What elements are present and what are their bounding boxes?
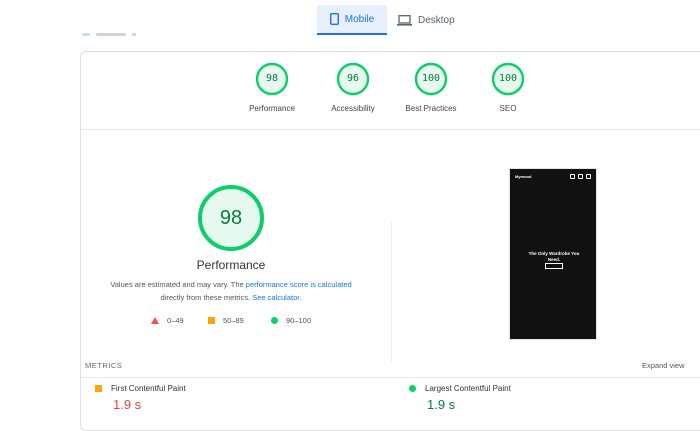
- legend-fail: 0–49: [151, 316, 184, 325]
- note-text-1: Values are estimated and may vary. The: [110, 280, 246, 289]
- legend-pass-range: 90–100: [286, 316, 312, 325]
- square-icon: [95, 385, 102, 392]
- gauge-performance-label: Performance: [249, 104, 295, 113]
- cart-icon: [586, 174, 591, 179]
- tab-mobile-label: Mobile: [344, 13, 375, 25]
- gauges-divider: [81, 129, 700, 130]
- note-text-2: directly from these metrics.: [160, 293, 253, 302]
- report-card: 98 Performance 96 Accessibility 100 Best…: [80, 51, 700, 431]
- legend-average: 50–89: [208, 316, 244, 325]
- metric-largest-contentful-paint: Largest Contentful Paint 1.9 s: [409, 384, 511, 412]
- metrics-heading: METRICS: [85, 361, 123, 370]
- report-top-bar: Mobile Desktop: [0, 0, 700, 44]
- screenshot-header-icons: [570, 174, 591, 179]
- legend-average-range: 50–89: [223, 316, 244, 325]
- search-icon: [570, 174, 575, 179]
- gauge-performance[interactable]: 98 Performance: [237, 62, 307, 113]
- url-breadcrumb: [82, 30, 172, 38]
- tab-desktop-label: Desktop: [418, 14, 455, 26]
- screenshot-shop-button: [545, 263, 563, 269]
- screenshot-headline-line1: The Only Wardrobe You: [528, 251, 580, 256]
- metric-fcp-name: First Contentful Paint: [111, 384, 186, 393]
- final-screenshot-thumbnail[interactable]: Mymood The Only Wardrobe You Need.: [509, 168, 597, 340]
- screenshot-headline-line2: Need.: [547, 257, 561, 262]
- account-icon: [578, 174, 583, 179]
- screenshot-headline: The Only Wardrobe You Need.: [516, 251, 592, 263]
- gauge-seo-score: 100: [498, 73, 518, 84]
- gauge-best-practices-score: 100: [421, 73, 441, 84]
- performance-score-link[interactable]: performance score is calculated: [246, 280, 352, 289]
- section-divider: [391, 222, 392, 362]
- gauge-accessibility-label: Accessibility: [331, 104, 375, 113]
- performance-big-gauge: 98: [196, 183, 266, 253]
- triangle-icon: [151, 317, 159, 324]
- gauge-seo-label: SEO: [499, 104, 517, 113]
- metric-fcp-value: 1.9 s: [113, 397, 142, 412]
- tab-desktop[interactable]: Desktop: [397, 5, 467, 35]
- score-legend: 0–49 50–89 90–100: [151, 316, 351, 328]
- screenshot-brand: Mymood: [515, 174, 532, 179]
- legend-fail-range: 0–49: [167, 316, 184, 325]
- category-gauges: 98 Performance 96 Accessibility 100 Best…: [81, 62, 700, 132]
- gauge-best-practices-label: Best Practices: [405, 104, 457, 113]
- performance-note: Values are estimated and may vary. The p…: [81, 278, 381, 304]
- legend-pass: 90–100: [271, 316, 311, 325]
- tab-mobile[interactable]: Mobile: [317, 5, 387, 35]
- gauge-accessibility-score: 96: [346, 73, 360, 84]
- laptop-icon: [397, 14, 412, 26]
- gauge-best-practices[interactable]: 100 Best Practices: [396, 62, 466, 113]
- metric-lcp-name: Largest Contentful Paint: [425, 384, 511, 393]
- phone-icon: [329, 13, 339, 25]
- gauge-accessibility[interactable]: 96 Accessibility: [318, 62, 388, 113]
- square-icon: [208, 317, 215, 324]
- gauge-performance-score: 98: [265, 73, 279, 84]
- gauge-seo[interactable]: 100 SEO: [473, 62, 543, 113]
- expand-view-toggle[interactable]: Expand view: [642, 361, 685, 370]
- see-calculator-link[interactable]: See calculator.: [252, 293, 301, 302]
- metric-lcp-value: 1.9 s: [427, 397, 456, 412]
- circle-icon: [271, 317, 278, 324]
- metrics-divider: [81, 377, 700, 378]
- performance-big-score: 98: [219, 207, 243, 229]
- circle-icon: [409, 385, 416, 392]
- performance-title: Performance: [196, 258, 266, 272]
- metric-first-contentful-paint: First Contentful Paint 1.9 s: [95, 384, 186, 412]
